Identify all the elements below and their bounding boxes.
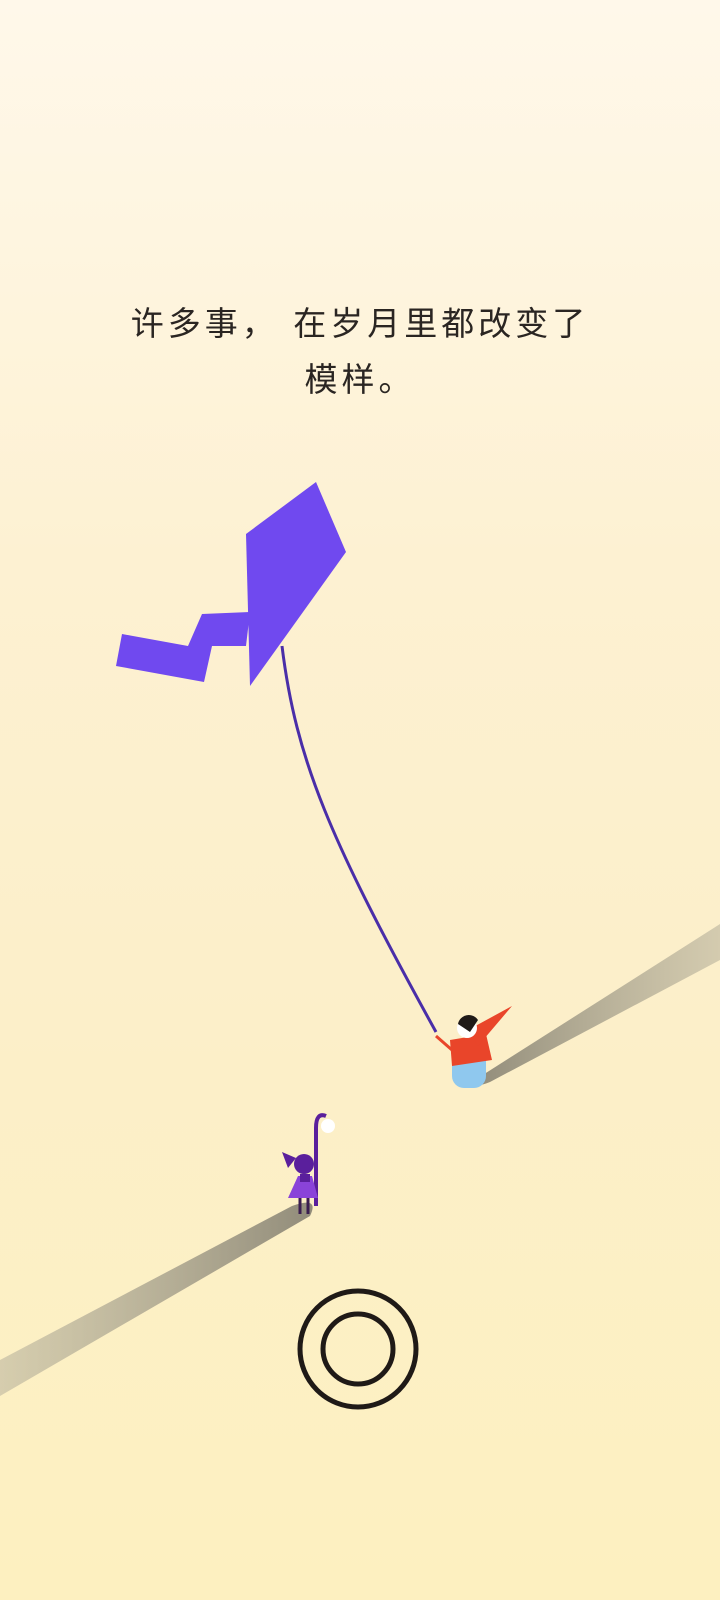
double-circle-icon [297,1288,419,1410]
kite-string [280,645,438,1033]
old-woman-shadow [475,924,720,1086]
action-button[interactable] [296,1287,420,1411]
kite-body [246,482,346,686]
girl-shadow [0,1202,313,1396]
girl-figure [282,1113,335,1214]
kite-tail [116,612,250,682]
